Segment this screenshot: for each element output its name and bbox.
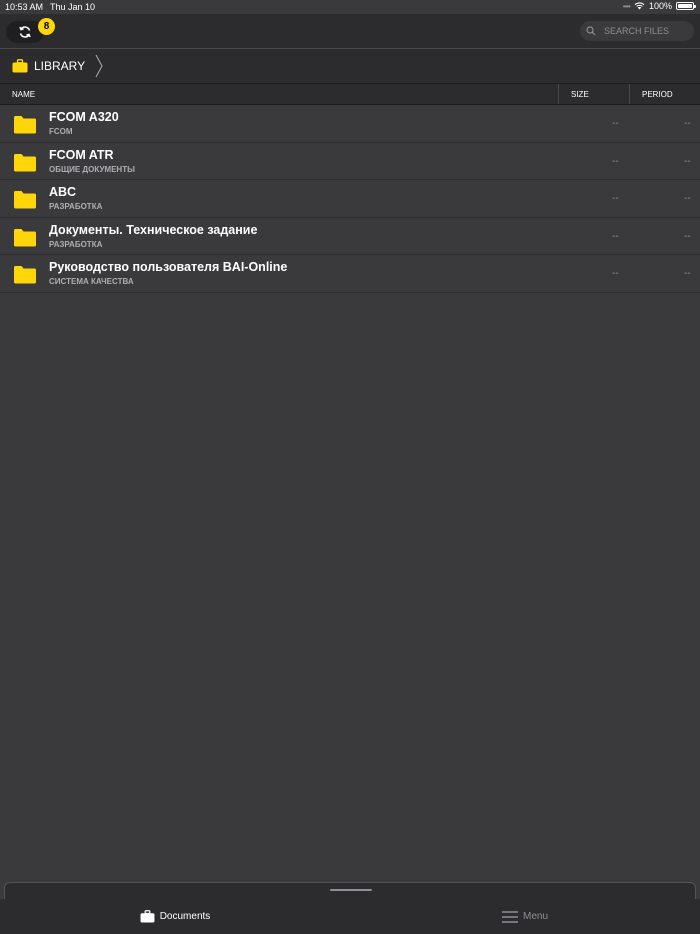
breadcrumb: LIBRARY	[0, 48, 700, 83]
search-input[interactable]	[602, 25, 690, 37]
status-bar: 10:53 AM Thu Jan 10 •••• 100%	[0, 0, 700, 14]
item-title: FCOM A320	[49, 110, 119, 124]
item-subtitle: РАЗРАБОТКА	[49, 202, 103, 212]
sync-icon	[19, 26, 31, 38]
item-size: --	[612, 118, 619, 129]
list-item[interactable]: Руководство пользователя BAI-Online СИСТ…	[0, 255, 700, 293]
table-header: NAME SIZE PERIOD	[0, 83, 700, 105]
bottom-sheet[interactable]	[4, 882, 696, 900]
breadcrumb-label: LIBRARY	[34, 59, 86, 73]
breadcrumb-library[interactable]: LIBRARY	[12, 59, 85, 73]
tab-bar: Documents Menu	[0, 899, 700, 934]
status-right: •••• 100%	[622, 1, 696, 11]
item-period: --	[684, 230, 691, 242]
item-period: --	[684, 118, 691, 129]
item-period: --	[684, 268, 691, 280]
item-period: --	[684, 155, 691, 167]
column-header-size[interactable]: SIZE	[558, 84, 630, 104]
search-icon	[586, 26, 596, 36]
sync-count-badge: 8	[38, 18, 55, 35]
chevron-right-icon	[95, 54, 103, 78]
folder-icon	[14, 228, 36, 247]
item-title: Документы. Техническое задание	[49, 222, 258, 237]
item-subtitle: FCOM	[49, 127, 73, 136]
folder-icon	[14, 266, 36, 284]
battery-icon	[676, 2, 696, 10]
column-header-name[interactable]: NAME	[12, 84, 35, 104]
folder-icon	[14, 191, 36, 209]
menu-icon	[501, 910, 518, 923]
folder-icon	[14, 116, 36, 134]
column-header-period[interactable]: PERIOD	[629, 84, 700, 104]
item-subtitle: ОБЩИЕ ДОКУМЕНТЫ	[49, 164, 135, 174]
item-title: Руководство пользователя BAI-Online	[49, 260, 288, 275]
list-item[interactable]: FCOM ATR ОБЩИЕ ДОКУМЕНТЫ -- --	[0, 142, 700, 181]
item-size: --	[612, 155, 619, 167]
item-period: --	[684, 193, 691, 205]
tab-documents[interactable]: Documents	[0, 899, 350, 934]
briefcase-icon	[12, 59, 28, 73]
tab-documents-label: Documents	[159, 911, 211, 922]
item-subtitle: СИСТЕМА КАЧЕСТВА	[49, 277, 134, 287]
item-title: FCOM ATR	[49, 147, 114, 162]
item-size: --	[612, 193, 619, 205]
list-item[interactable]: Документы. Техническое задание РАЗРАБОТК…	[0, 217, 700, 256]
tab-menu-label: Menu	[522, 911, 548, 922]
signal-icon: ••••	[622, 1, 631, 11]
item-title: ABC	[49, 185, 77, 200]
top-toolbar: 8	[0, 14, 700, 48]
item-size: --	[612, 268, 619, 280]
status-date: Thu Jan 10	[50, 2, 96, 12]
wifi-icon	[634, 2, 645, 10]
list-item[interactable]: ABC РАЗРАБОТКА -- --	[0, 180, 700, 218]
folder-icon	[14, 153, 36, 172]
item-size: --	[612, 230, 619, 242]
file-list: FCOM A320 FCOM -- -- FCOM ATR ОБЩИЕ ДОКУ…	[0, 105, 700, 293]
briefcase-icon	[140, 910, 155, 923]
status-time: 10:53 AM	[5, 2, 44, 12]
list-item[interactable]: FCOM A320 FCOM -- --	[0, 105, 700, 143]
tab-menu[interactable]: Menu	[350, 899, 700, 934]
item-subtitle: РАЗРАБОТКА	[49, 239, 103, 249]
sheet-grabber[interactable]	[330, 889, 372, 891]
search-field[interactable]	[580, 21, 694, 41]
battery-percent: 100%	[648, 1, 672, 11]
